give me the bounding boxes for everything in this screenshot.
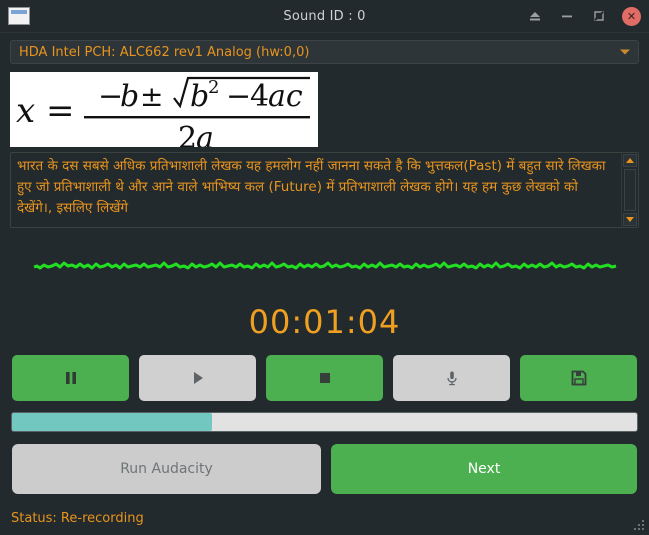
svg-text:b: b bbox=[190, 79, 209, 114]
svg-text:b: b bbox=[120, 79, 139, 114]
transcript-text: भारत के दस सबसे अधिक प्रतिभाशाली लेखक यह… bbox=[17, 158, 606, 216]
audio-waveform bbox=[10, 236, 639, 298]
transport-controls bbox=[12, 355, 637, 401]
pause-icon bbox=[65, 372, 76, 384]
chevron-down-icon bbox=[620, 49, 630, 55]
svg-text:ac: ac bbox=[268, 79, 303, 114]
svg-text:4: 4 bbox=[250, 79, 269, 114]
svg-text:x: x bbox=[16, 91, 35, 131]
svg-text:a: a bbox=[196, 121, 214, 147]
svg-text:2: 2 bbox=[178, 121, 197, 147]
scroll-up-arrow-icon[interactable] bbox=[623, 154, 637, 167]
record-button[interactable] bbox=[393, 355, 510, 401]
shade-button[interactable] bbox=[526, 7, 544, 25]
progress-bar[interactable] bbox=[11, 412, 638, 432]
window-icon bbox=[8, 7, 30, 25]
scrollbar-thumb[interactable] bbox=[624, 169, 636, 211]
window-controls: ✕ bbox=[526, 0, 641, 32]
svg-text:2: 2 bbox=[208, 77, 219, 98]
status-text: Status: Re-recording bbox=[11, 511, 144, 526]
resize-grip[interactable] bbox=[632, 518, 646, 532]
svg-text:±: ± bbox=[140, 80, 163, 113]
svg-text:−: − bbox=[226, 79, 251, 114]
svg-text:=: = bbox=[46, 91, 75, 131]
maximize-button[interactable] bbox=[590, 7, 608, 25]
next-button[interactable]: Next bbox=[331, 444, 637, 494]
scroll-down-arrow-icon[interactable] bbox=[623, 213, 637, 226]
sound-recorder-window: Sound ID : 0 ✕ HDA Intel PCH: ALC662 rev… bbox=[0, 0, 649, 535]
progress-bar-fill bbox=[12, 413, 212, 431]
title-bar: Sound ID : 0 ✕ bbox=[0, 0, 649, 33]
play-button[interactable] bbox=[139, 355, 256, 401]
microphone-icon bbox=[446, 371, 457, 386]
minimize-button[interactable] bbox=[558, 7, 576, 25]
floppy-disk-icon bbox=[571, 370, 586, 386]
save-button[interactable] bbox=[520, 355, 637, 401]
audio-device-value: HDA Intel PCH: ALC662 rev1 Analog (hw:0,… bbox=[19, 44, 310, 60]
recording-timer: 00:01:04 bbox=[248, 303, 401, 341]
stop-button[interactable] bbox=[266, 355, 383, 401]
run-audacity-button[interactable]: Run Audacity bbox=[12, 444, 321, 494]
close-icon: ✕ bbox=[626, 9, 637, 23]
play-icon bbox=[193, 372, 203, 384]
bottom-actions: Run Audacity Next bbox=[12, 444, 637, 494]
stop-icon bbox=[319, 373, 330, 383]
prompt-image: x = − b ± b 2 − 4 ac 2 a bbox=[10, 72, 318, 147]
audio-device-select[interactable]: HDA Intel PCH: ALC662 rev1 Analog (hw:0,… bbox=[10, 40, 639, 64]
transcript-scrollbar[interactable] bbox=[621, 153, 638, 227]
close-button[interactable]: ✕ bbox=[622, 6, 641, 26]
pause-button[interactable] bbox=[12, 355, 129, 401]
transcript-text-panel[interactable]: भारत के दस सबसे अधिक प्रतिभाशाली लेखक यह… bbox=[10, 152, 639, 228]
